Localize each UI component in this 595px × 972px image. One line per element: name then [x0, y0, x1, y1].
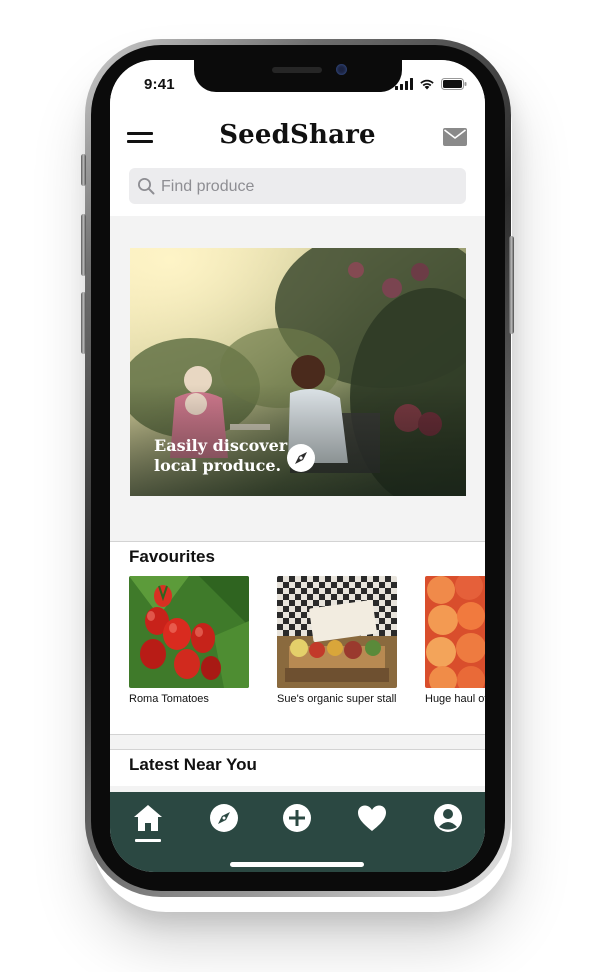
status-icons: [395, 78, 467, 90]
plus-circle-icon: [283, 804, 311, 832]
search-bar: [129, 168, 466, 206]
favourites-section: Favourites Roma Tomatoes Sue's organic s…: [110, 541, 485, 735]
volume-up-button: [81, 214, 86, 276]
latest-title: Latest Near You: [129, 755, 257, 774]
tab-profile[interactable]: [430, 800, 466, 836]
tab-favourites[interactable]: [354, 800, 390, 836]
home-indicator: [230, 862, 364, 867]
favourites-list: Roma Tomatoes Sue's organic super stall …: [129, 576, 485, 726]
hero-line-1: Easily discover: [154, 436, 288, 455]
app-header: SeedShare: [110, 106, 485, 216]
latest-section: Latest Near You: [110, 749, 485, 786]
power-button: [509, 236, 514, 334]
favourite-label: Roma Tomatoes: [129, 693, 209, 705]
market-stall-photo: [277, 576, 397, 688]
tab-home[interactable]: [130, 800, 166, 836]
search-input[interactable]: [159, 168, 463, 206]
search-icon: [138, 178, 155, 195]
favourite-label: Huge haul of Nectarines: [425, 693, 485, 705]
mute-switch: [81, 154, 86, 186]
compass-icon: [210, 804, 238, 832]
hero-banner[interactable]: Easily discover local produce.: [130, 248, 466, 496]
mail-icon[interactable]: [443, 128, 467, 146]
favourites-title: Favourites: [129, 547, 215, 566]
compass-icon[interactable]: [287, 444, 315, 472]
volume-down-button: [81, 292, 86, 354]
favourite-card-nectarines[interactable]: Huge haul of Nectarines: [425, 576, 485, 705]
wifi-icon: [420, 79, 434, 90]
status-time: 9:41: [144, 76, 175, 93]
tab-active-indicator: [135, 839, 161, 842]
tab-add[interactable]: [279, 800, 315, 836]
tomatoes-photo: [129, 576, 249, 688]
battery-icon: [441, 78, 467, 90]
favourite-card-tomatoes[interactable]: Roma Tomatoes: [129, 576, 249, 705]
heart-icon: [358, 805, 386, 831]
app-title: SeedShare: [219, 120, 376, 150]
favourite-card-sues-stall[interactable]: Sue's organic super stall: [277, 576, 397, 705]
hero-caption: Easily discover local produce.: [154, 436, 287, 476]
user-icon: [434, 804, 462, 832]
hero-line-2: local produce.: [154, 456, 282, 475]
tab-discover[interactable]: [206, 800, 242, 836]
nectarines-photo: [425, 576, 485, 688]
notch: [194, 60, 402, 92]
app-screen: 9:41 SeedShare Find produce Easily disco…: [110, 60, 485, 872]
home-icon: [134, 805, 162, 831]
tab-bar: [110, 792, 485, 872]
favourite-label: Sue's organic super stall: [277, 693, 397, 705]
